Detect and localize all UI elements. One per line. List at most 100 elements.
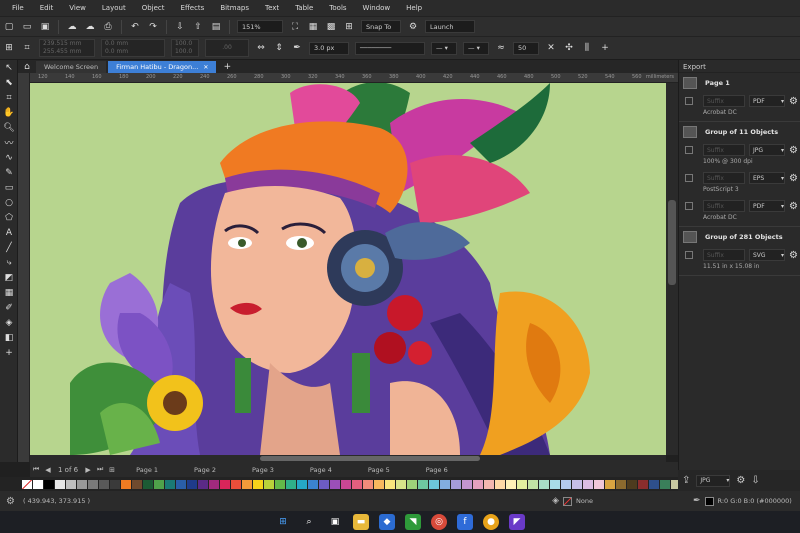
facebook-icon[interactable]: f bbox=[457, 514, 473, 530]
menu-item[interactable]: File bbox=[4, 4, 32, 12]
polygon-tool-icon[interactable]: ⬠ bbox=[0, 210, 18, 225]
color-swatch[interactable] bbox=[198, 479, 208, 489]
ellipse-tool-icon[interactable]: ○ bbox=[0, 195, 18, 210]
format-select[interactable]: PDF ▾ bbox=[749, 200, 785, 212]
color-swatch[interactable] bbox=[88, 479, 98, 489]
fill-tool-icon[interactable]: ◈ bbox=[0, 315, 18, 330]
color-swatch[interactable] bbox=[583, 479, 593, 489]
export-icon[interactable]: ⇪ bbox=[682, 475, 690, 486]
publish-pdf-icon[interactable]: ▤ bbox=[209, 20, 223, 34]
prev-page-icon[interactable]: ◀ bbox=[42, 466, 54, 474]
smoothing-icon[interactable]: ≈ bbox=[494, 41, 508, 55]
drawing-canvas[interactable] bbox=[30, 83, 666, 455]
color-swatch[interactable] bbox=[616, 479, 626, 489]
add-tool-icon[interactable]: + bbox=[0, 345, 18, 360]
horizontal-scroll-thumb[interactable] bbox=[260, 456, 480, 461]
coreldraw-icon[interactable]: ◥ bbox=[405, 514, 421, 530]
color-swatch[interactable] bbox=[44, 479, 54, 489]
start-arrow-select[interactable]: — ▾ bbox=[431, 41, 457, 55]
export-format-select[interactable]: JPG ▾ bbox=[696, 474, 731, 487]
new-document-icon[interactable]: ▢ bbox=[2, 20, 16, 34]
curve-tool-icon[interactable]: ∿ bbox=[0, 150, 18, 165]
open-folder-icon[interactable]: ▭ bbox=[20, 20, 34, 34]
color-swatch[interactable] bbox=[638, 479, 648, 489]
color-swatch[interactable] bbox=[308, 479, 318, 489]
outline-width-icon[interactable]: ✒ bbox=[290, 41, 304, 55]
undo-icon[interactable]: ↶ bbox=[128, 20, 142, 34]
next-page-icon[interactable]: ▶ bbox=[82, 466, 94, 474]
suffix-input[interactable]: Suffix bbox=[703, 249, 745, 261]
settings-gear-icon[interactable]: ⚙ bbox=[736, 475, 745, 486]
export-group-header[interactable]: Group of 281 Objects bbox=[679, 227, 800, 247]
task-view-icon[interactable]: ▣ bbox=[327, 514, 343, 530]
color-swatch[interactable] bbox=[77, 479, 87, 489]
position-field[interactable]: 239.515 mm 255.455 mm bbox=[39, 39, 95, 57]
suffix-input[interactable]: Suffix bbox=[703, 200, 745, 212]
color-swatch[interactable] bbox=[550, 479, 560, 489]
export-checkbox[interactable] bbox=[685, 146, 693, 154]
color-swatch[interactable] bbox=[572, 479, 582, 489]
color-swatch[interactable] bbox=[319, 479, 329, 489]
vertical-ruler[interactable] bbox=[18, 73, 30, 462]
settings-gear-icon[interactable]: ⚙ bbox=[6, 496, 15, 507]
color-swatch[interactable] bbox=[330, 479, 340, 489]
export-checkbox[interactable] bbox=[685, 174, 693, 182]
color-swatch[interactable] bbox=[143, 479, 153, 489]
join-nodes-icon[interactable]: ⫼ bbox=[580, 41, 594, 55]
page-tab[interactable]: Page 5 bbox=[350, 462, 408, 477]
color-swatch[interactable] bbox=[297, 479, 307, 489]
redo-icon[interactable]: ↷ bbox=[146, 20, 160, 34]
illustration[interactable] bbox=[30, 83, 666, 455]
import-icon[interactable]: ⇩ bbox=[173, 20, 187, 34]
break-apart-icon[interactable]: ✣ bbox=[562, 41, 576, 55]
color-swatch[interactable] bbox=[352, 479, 362, 489]
menu-item[interactable]: Object bbox=[134, 4, 173, 12]
color-swatch[interactable] bbox=[33, 479, 43, 489]
mirror-horizontal-icon[interactable]: ⇔ bbox=[254, 41, 268, 55]
add-page-icon[interactable]: ⊞ bbox=[106, 466, 118, 474]
cloud-upload-icon[interactable]: ☁ bbox=[65, 20, 79, 34]
start-icon[interactable]: ⊞ bbox=[275, 514, 291, 530]
vertical-scroll-thumb[interactable] bbox=[668, 200, 676, 285]
color-swatch[interactable] bbox=[231, 479, 241, 489]
home-icon[interactable]: ⌂ bbox=[20, 61, 34, 73]
eyedropper-tool-icon[interactable]: ✐ bbox=[0, 300, 18, 315]
suffix-input[interactable]: Suffix bbox=[703, 172, 745, 184]
color-swatch[interactable] bbox=[660, 479, 670, 489]
color-swatch[interactable] bbox=[275, 479, 285, 489]
menu-item[interactable]: Layout bbox=[94, 4, 134, 12]
menu-item[interactable]: Bitmaps bbox=[212, 4, 257, 12]
export-group-header[interactable]: Page 1 bbox=[679, 73, 800, 93]
export-checkbox[interactable] bbox=[685, 202, 693, 210]
tab-welcome-screen[interactable]: Welcome Screen bbox=[36, 61, 107, 73]
menu-item[interactable]: Window bbox=[355, 4, 399, 12]
color-swatch[interactable] bbox=[253, 479, 263, 489]
save-icon[interactable]: ▣ bbox=[38, 20, 52, 34]
options-gear-icon[interactable]: ⚙ bbox=[406, 20, 420, 34]
mirror-vertical-icon[interactable]: ⇕ bbox=[272, 41, 286, 55]
size-field[interactable]: 0.0 mm 0.0 mm bbox=[101, 39, 165, 57]
color-swatch[interactable] bbox=[627, 479, 637, 489]
color-swatch[interactable] bbox=[341, 479, 351, 489]
reference-point-icon[interactable]: ⌗ bbox=[20, 41, 34, 55]
export-checkbox[interactable] bbox=[685, 251, 693, 259]
tab-document[interactable]: Firman Hatibu - Dragon... ✕ bbox=[108, 61, 217, 73]
horizontal-ruler[interactable]: 120 140 160 180 200 220 240 260 280 300 320 340 360 3… bbox=[30, 73, 678, 83]
smart-fill-icon[interactable]: ◧ bbox=[0, 330, 18, 345]
app-purple-icon[interactable]: ◤ bbox=[509, 514, 525, 530]
color-swatch[interactable] bbox=[440, 479, 450, 489]
first-page-icon[interactable]: ⏮ bbox=[30, 465, 42, 474]
color-swatch[interactable] bbox=[55, 479, 65, 489]
color-swatch[interactable] bbox=[286, 479, 296, 489]
settings-gear-icon[interactable]: ⚙ bbox=[789, 201, 798, 212]
suffix-input[interactable]: Suffix bbox=[703, 144, 745, 156]
color-swatch[interactable] bbox=[649, 479, 659, 489]
menu-item[interactable]: Effects bbox=[173, 4, 213, 12]
menu-item[interactable]: Help bbox=[398, 4, 430, 12]
color-swatch[interactable] bbox=[418, 479, 428, 489]
chrome-icon[interactable]: ◎ bbox=[431, 514, 447, 530]
color-swatch[interactable] bbox=[561, 479, 571, 489]
suffix-input[interactable]: Suffix bbox=[703, 95, 745, 107]
shadow-tool-icon[interactable]: ◩ bbox=[0, 270, 18, 285]
settings-gear-icon[interactable]: ⚙ bbox=[789, 96, 798, 107]
